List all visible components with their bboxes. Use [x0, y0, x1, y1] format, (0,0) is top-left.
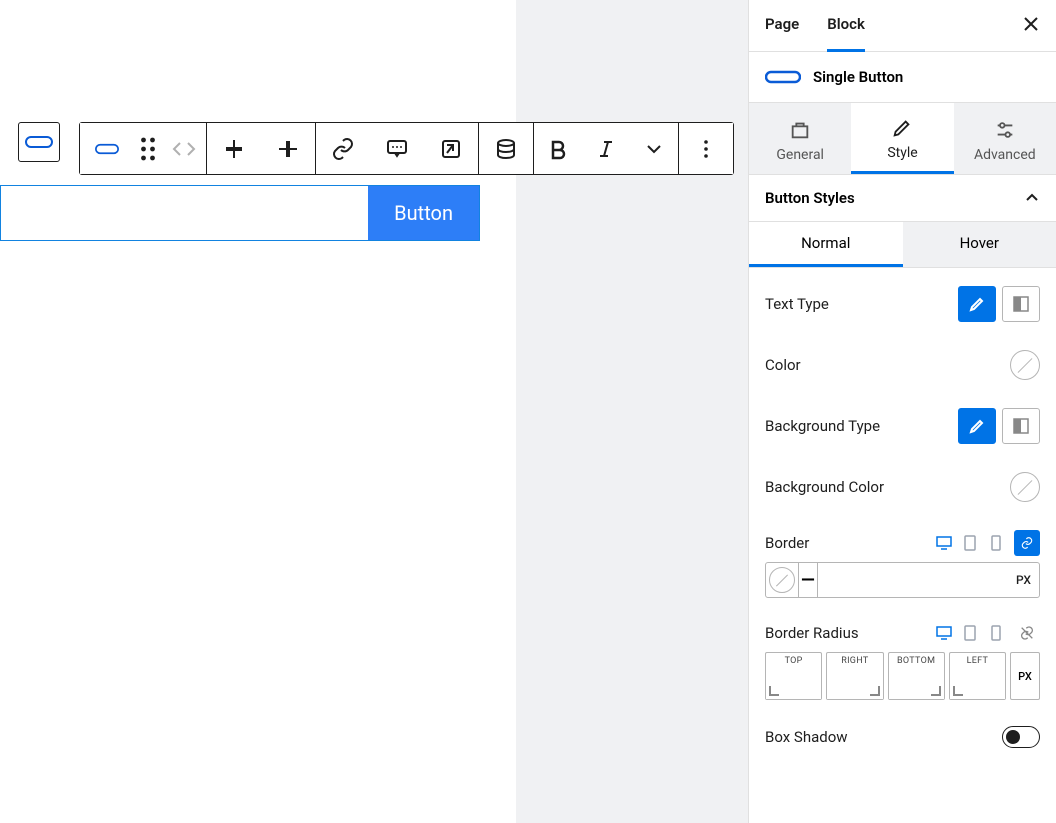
button-element[interactable]: Button [368, 186, 479, 240]
options-button[interactable] [679, 123, 733, 174]
box-shadow-toggle[interactable] [1002, 726, 1040, 748]
label-border: Border [765, 534, 809, 552]
border-unit-label[interactable]: PX [1008, 573, 1039, 587]
general-icon [789, 119, 811, 141]
radius-bottom-label: BOTTOM [889, 653, 944, 669]
row-background-type: Background Type [749, 394, 1056, 458]
chevron-up-icon [1024, 190, 1040, 206]
border-responsive-controls [936, 530, 1040, 556]
editor-canvas-area: Button [0, 0, 748, 823]
advanced-icon [994, 119, 1016, 141]
mode-tabs: General Style Advanced [749, 103, 1056, 175]
justify-button[interactable] [261, 123, 315, 174]
block-toolbar [79, 122, 734, 175]
device-tablet-icon[interactable] [962, 625, 978, 641]
radius-top: TOP [765, 652, 822, 700]
italic-button[interactable] [582, 123, 630, 174]
device-mobile-icon[interactable] [988, 625, 1004, 641]
label-color: Color [765, 356, 801, 374]
mode-tab-advanced-label: Advanced [974, 147, 1036, 163]
mode-tab-general-label: General [776, 147, 824, 163]
label-border-radius: Border Radius [765, 624, 859, 642]
block-header: Single Button [749, 52, 1056, 103]
single-button-icon [765, 68, 801, 86]
row-color: Color [749, 336, 1056, 394]
settings-sidebar: Page Block Single Button General Style A… [748, 0, 1056, 823]
color-picker[interactable] [1010, 350, 1040, 380]
bold-button[interactable] [534, 123, 582, 174]
state-subtabs: Normal Hover [749, 222, 1056, 268]
text-type-toggle [958, 286, 1040, 322]
mode-tab-style-label: Style [887, 145, 917, 161]
canvas[interactable]: Button [0, 0, 516, 823]
sidebar-tabs: Page Block [749, 0, 1056, 52]
text-type-classic[interactable] [958, 286, 996, 322]
label-box-shadow: Box Shadow [765, 728, 848, 746]
subtab-hover[interactable]: Hover [903, 222, 1056, 267]
bg-type-gradient[interactable] [1002, 408, 1040, 444]
radius-top-label: TOP [766, 653, 821, 669]
tab-block[interactable]: Block [827, 0, 865, 52]
row-text-type: Text Type [749, 272, 1056, 336]
row-border-radius-head: Border Radius [749, 606, 1056, 652]
style-icon [891, 117, 913, 139]
radius-responsive-controls [936, 620, 1040, 646]
block-type-indicator[interactable] [18, 122, 60, 162]
section-button-styles[interactable]: Button Styles [749, 175, 1056, 222]
align-button[interactable] [207, 123, 261, 174]
device-desktop-icon[interactable] [936, 535, 952, 551]
text-type-gradient[interactable] [1002, 286, 1040, 322]
block-name-label: Single Button [813, 68, 903, 86]
device-desktop-icon[interactable] [936, 625, 952, 641]
label-background-type: Background Type [765, 417, 880, 435]
tooltip-button[interactable] [370, 123, 424, 174]
border-width-input[interactable] [818, 563, 1008, 597]
link-button[interactable] [316, 123, 370, 174]
mode-tab-style[interactable]: Style [851, 103, 953, 174]
border-link-toggle[interactable] [1014, 530, 1040, 556]
close-sidebar-button[interactable] [1022, 14, 1040, 38]
button-block-wrapper[interactable]: Button [0, 185, 480, 241]
more-text-button[interactable] [630, 123, 678, 174]
tab-page[interactable]: Page [765, 0, 799, 52]
radius-right-label: RIGHT [827, 653, 882, 669]
label-text-type: Text Type [765, 295, 829, 313]
dynamic-content-button[interactable] [479, 123, 533, 174]
radius-unit[interactable]: PX [1010, 652, 1040, 700]
radius-right: RIGHT [826, 652, 883, 700]
border-input: ― PX [765, 562, 1040, 598]
move-arrows[interactable] [162, 123, 206, 174]
label-background-color: Background Color [765, 478, 884, 496]
bg-type-classic[interactable] [958, 408, 996, 444]
radius-left: LEFT [949, 652, 1006, 700]
style-panel-body: Text Type Color Background Type [749, 268, 1056, 766]
section-title-label: Button Styles [765, 189, 855, 207]
radius-link-toggle[interactable] [1014, 620, 1040, 646]
border-style-picker[interactable]: ― [799, 563, 818, 597]
radius-left-label: LEFT [950, 653, 1005, 669]
border-color-picker[interactable] [766, 563, 799, 597]
mode-tab-advanced[interactable]: Advanced [954, 103, 1056, 174]
background-type-toggle [958, 408, 1040, 444]
border-radius-inputs: TOP RIGHT BOTTOM LEFT PX [765, 652, 1040, 700]
device-tablet-icon[interactable] [962, 535, 978, 551]
mode-tab-general[interactable]: General [749, 103, 851, 174]
background-color-picker[interactable] [1010, 472, 1040, 502]
subtab-normal[interactable]: Normal [749, 222, 903, 267]
copy-style-button[interactable] [424, 123, 478, 174]
row-border-head: Border [749, 516, 1056, 562]
device-mobile-icon[interactable] [988, 535, 1004, 551]
radius-bottom: BOTTOM [888, 652, 945, 700]
block-icon-button[interactable] [80, 123, 134, 174]
drag-handle[interactable] [134, 123, 162, 174]
row-box-shadow: Box Shadow [749, 712, 1056, 762]
row-background-color: Background Color [749, 458, 1056, 516]
